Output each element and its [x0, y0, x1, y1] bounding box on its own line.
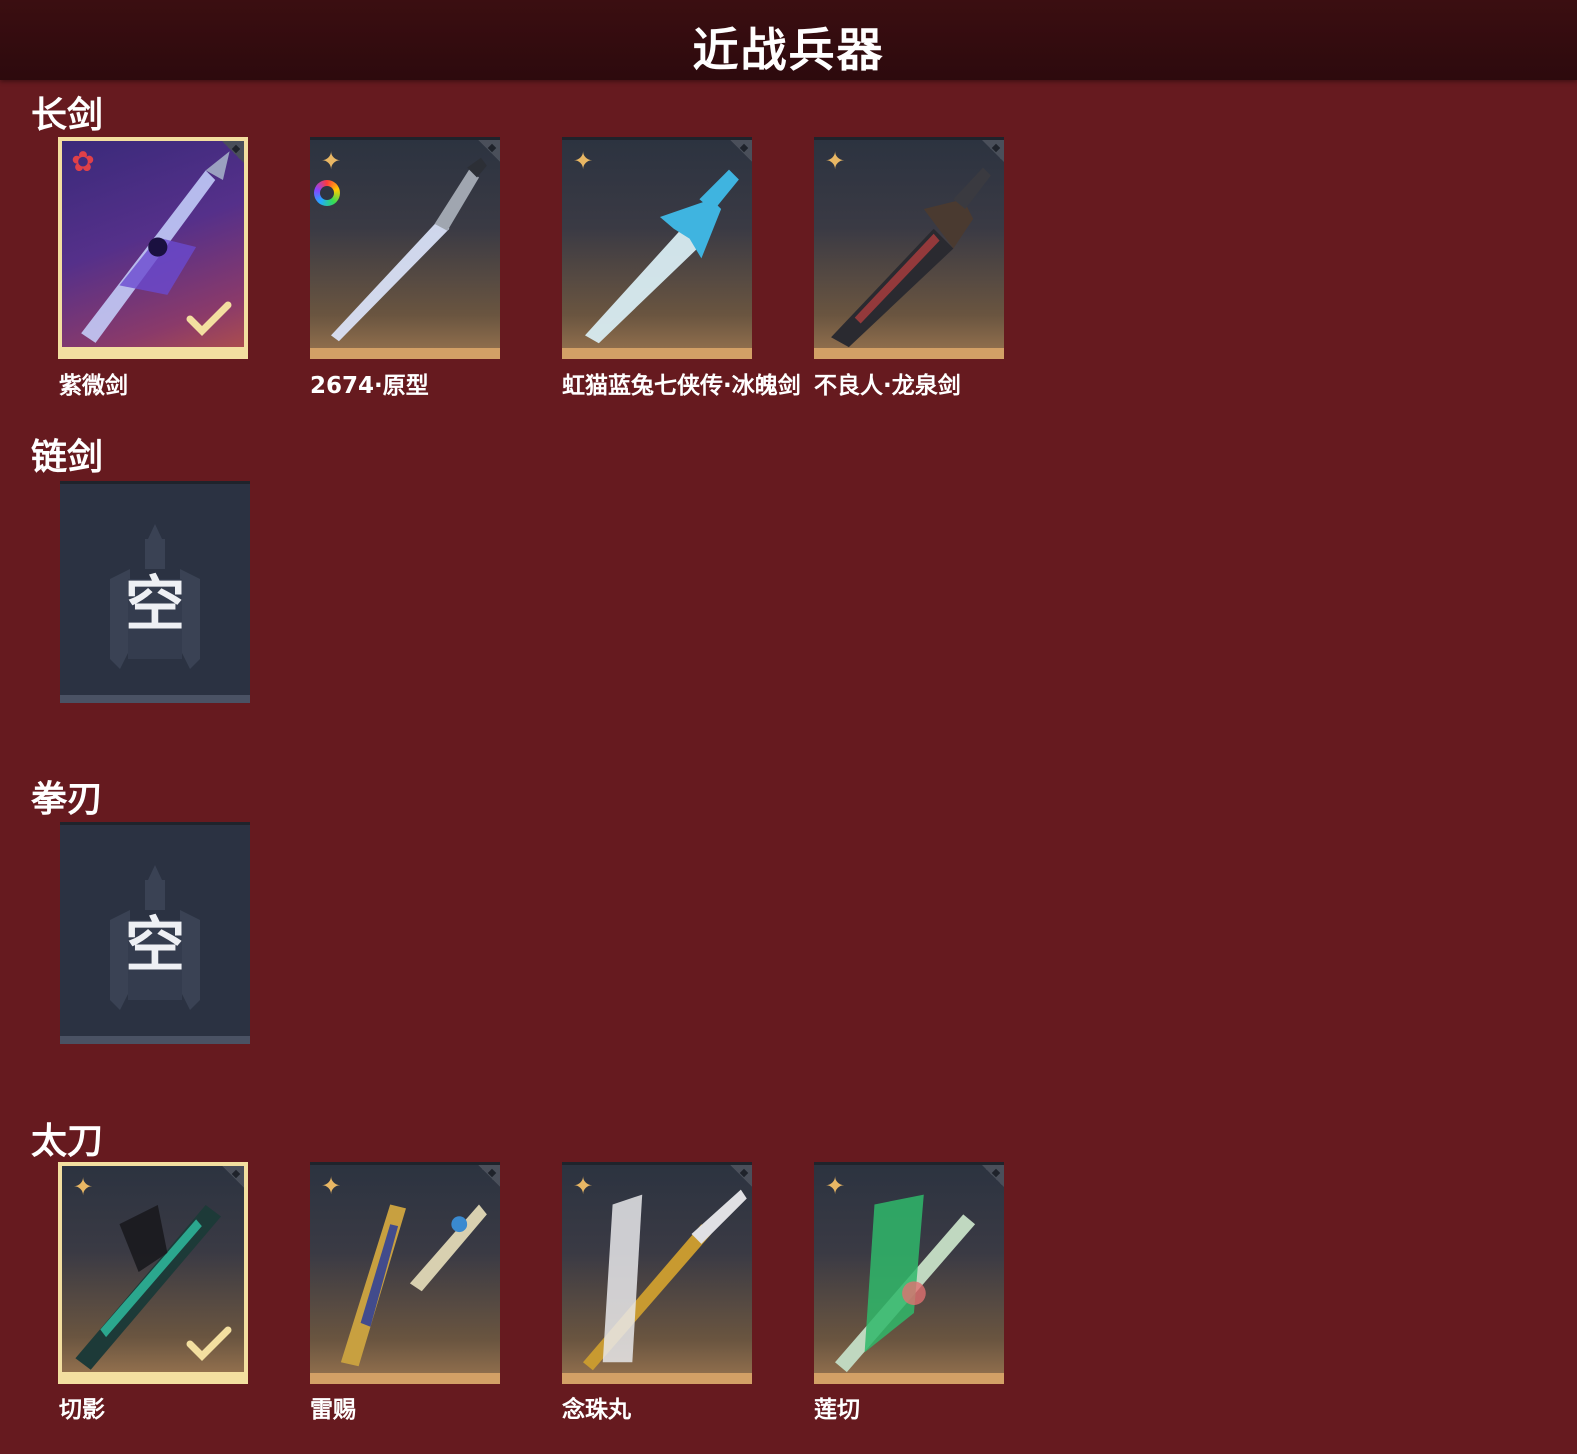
- weapon-label: 雷赐: [310, 1397, 356, 1423]
- title-bar: 近战兵器: [0, 0, 1577, 80]
- section-title-fistblade: 拳刃: [31, 779, 104, 820]
- weapon-card-nianzhuwan[interactable]: ✦: [562, 1162, 752, 1384]
- weapon-label: 念珠丸: [562, 1397, 631, 1423]
- check-icon: [186, 1326, 232, 1361]
- weapon-label: 紫微剑: [59, 373, 128, 399]
- weapon-card-ziweijian[interactable]: ✿: [58, 137, 248, 359]
- card-corner: [982, 1165, 1004, 1187]
- weapon-label: 切影: [59, 1397, 105, 1423]
- card-corner: [730, 140, 752, 162]
- section-title-chainsword: 链剑: [31, 437, 104, 478]
- card-corner: [222, 141, 244, 163]
- page-title: 近战兵器: [692, 23, 885, 77]
- weapon-label: 不良人·龙泉剑: [814, 373, 961, 399]
- weapon-card-lianqie[interactable]: ✦: [814, 1162, 1004, 1384]
- diamond-icon: ✦: [320, 147, 342, 175]
- star-icon: ✿: [71, 145, 95, 178]
- diamond-icon: ✦: [572, 147, 594, 175]
- card-corner: [478, 1165, 500, 1187]
- check-icon: [186, 301, 232, 336]
- section-title-tachi: 太刀: [31, 1121, 104, 1162]
- weapon-card-longquanjian[interactable]: ✦: [814, 137, 1004, 359]
- weapon-card-qieying[interactable]: ✦: [58, 1162, 248, 1384]
- weapon-label: 虹猫蓝兔七侠传·冰魄剑: [562, 373, 801, 399]
- empty-slot-fistblade[interactable]: 空: [60, 822, 250, 1044]
- diamond-icon: ✦: [320, 1172, 342, 1200]
- weapon-card-2674[interactable]: ✦: [310, 137, 500, 359]
- empty-label: 空: [125, 911, 185, 981]
- empty-label: 空: [125, 570, 185, 640]
- weapon-label: 2674·原型: [310, 373, 429, 399]
- weapon-card-leici[interactable]: ✦: [310, 1162, 500, 1384]
- weapon-card-bingpojian[interactable]: ✦: [562, 137, 752, 359]
- empty-slot-chainsword[interactable]: 空: [60, 481, 250, 703]
- card-corner: [478, 140, 500, 162]
- weapon-label: 莲切: [814, 1397, 860, 1423]
- diamond-icon: ✦: [824, 147, 846, 175]
- diamond-icon: ✦: [72, 1173, 94, 1201]
- card-corner: [730, 1165, 752, 1187]
- diamond-icon: ✦: [824, 1172, 846, 1200]
- color-ring-icon: [314, 180, 340, 206]
- section-title-longsword: 长剑: [31, 95, 104, 136]
- card-corner: [982, 140, 1004, 162]
- diamond-icon: ✦: [572, 1172, 594, 1200]
- card-corner: [222, 1166, 244, 1188]
